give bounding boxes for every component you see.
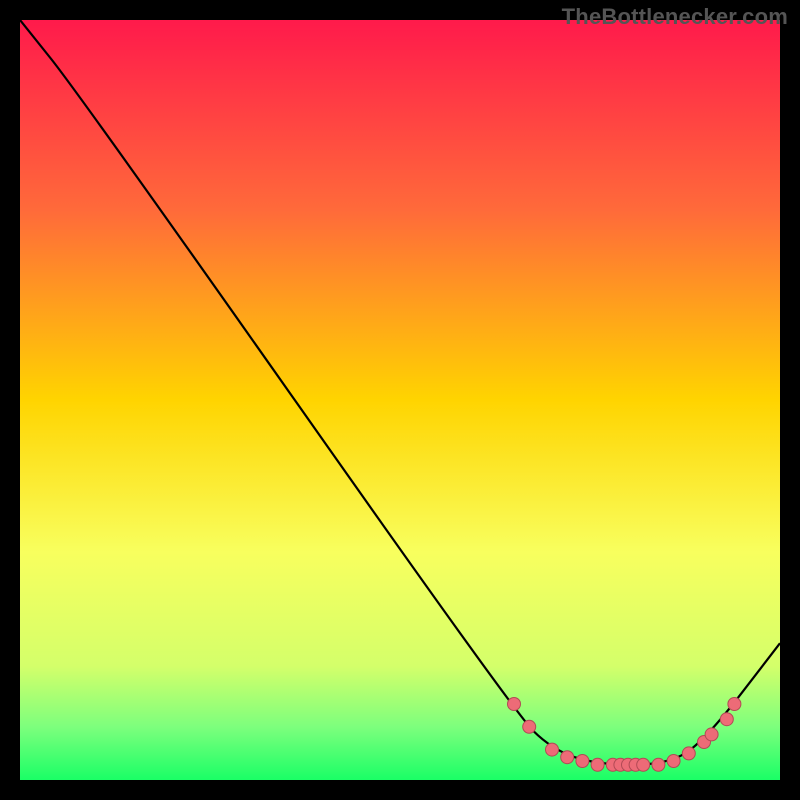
curve-marker	[637, 758, 650, 771]
curve-marker	[667, 755, 680, 768]
curve-marker	[728, 698, 741, 711]
attribution-label: TheBottlenecker.com	[562, 4, 788, 30]
curve-marker	[591, 758, 604, 771]
curve-marker	[508, 698, 521, 711]
curve-marker	[682, 747, 695, 760]
curve-marker	[546, 743, 559, 756]
chart-frame	[20, 20, 780, 780]
curve-marker	[523, 720, 536, 733]
curve-marker	[705, 728, 718, 741]
curve-marker	[561, 751, 574, 764]
curve-marker	[720, 713, 733, 726]
curve-marker	[652, 758, 665, 771]
gradient-background	[20, 20, 780, 780]
curve-marker	[576, 755, 589, 768]
bottleneck-chart	[20, 20, 780, 780]
